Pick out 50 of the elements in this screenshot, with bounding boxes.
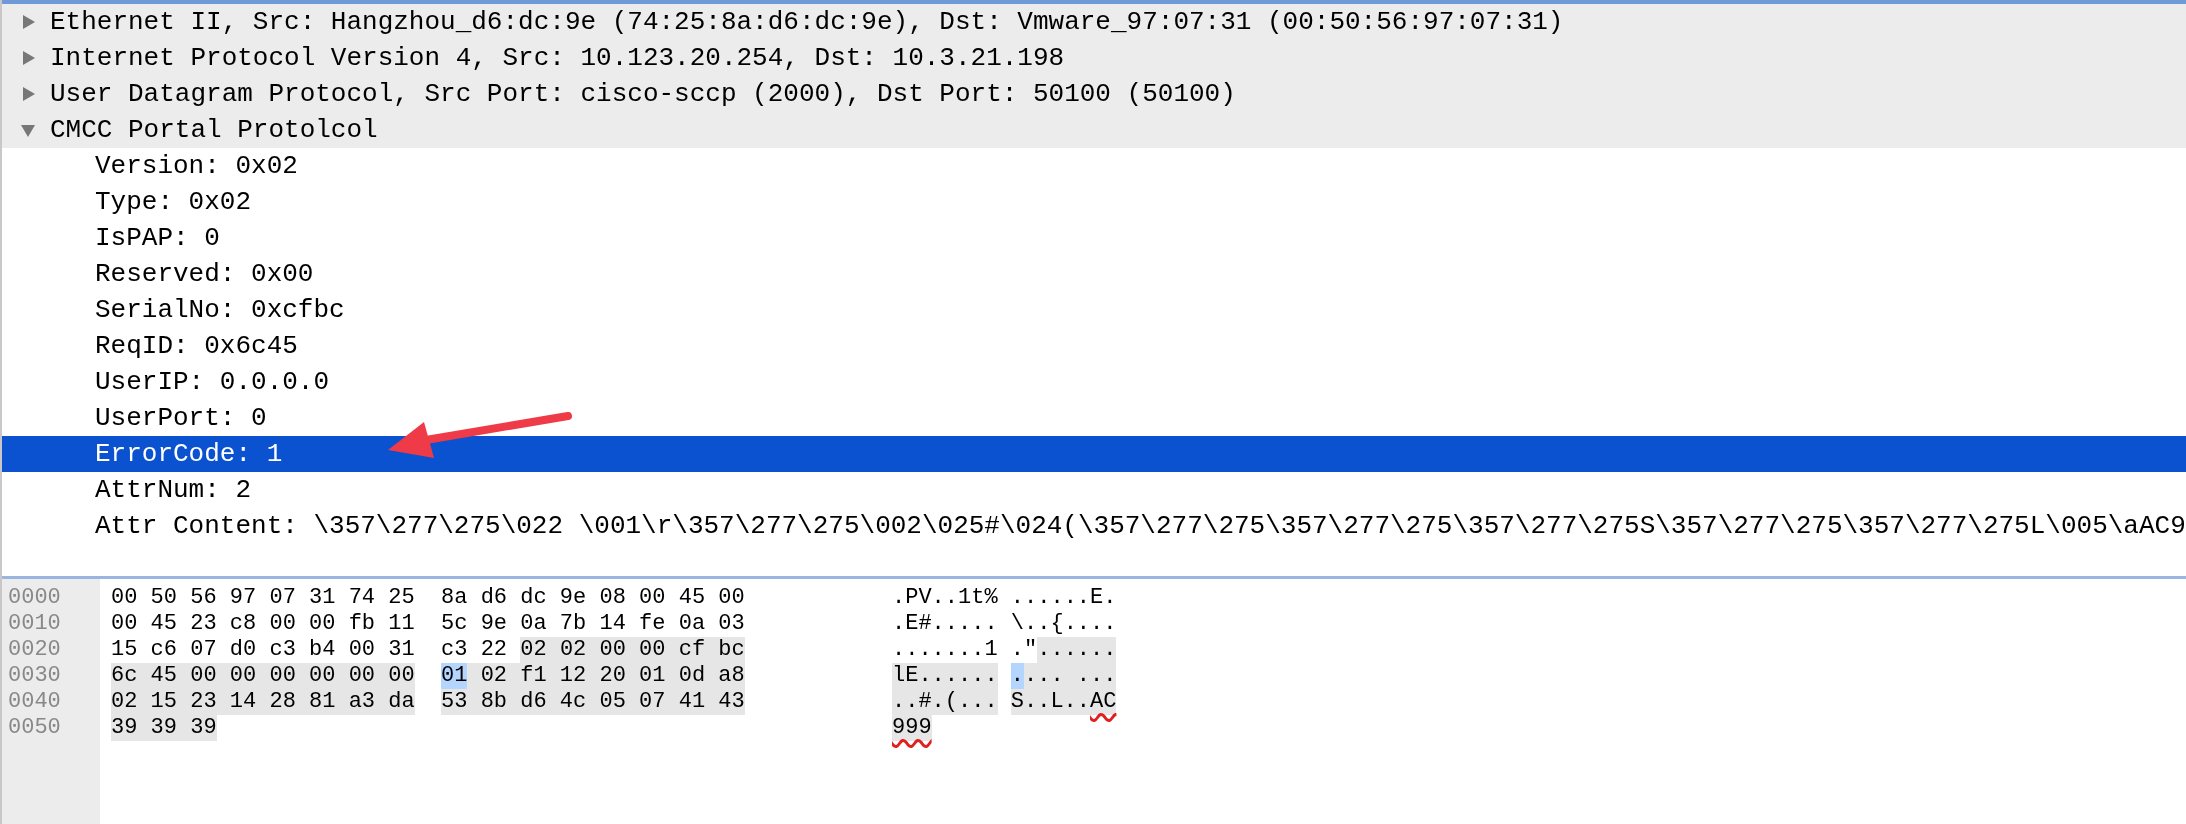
offset-label: 0050 xyxy=(7,715,62,741)
tree-row[interactable]: ErrorCode: 1 xyxy=(2,436,2186,472)
ascii-text: .E#..... \..{.... xyxy=(892,611,1117,637)
ascii-text: lE...... xyxy=(892,663,998,689)
tree-row-label: CMCC Portal Protolcol xyxy=(50,113,378,147)
tree-row[interactable]: CMCC Portal Protolcol xyxy=(2,112,2186,148)
tree-row-label: Internet Protocol Version 4, Src: 10.123.20.254, Dst: 10.3.21.198 xyxy=(50,41,1065,75)
hex-bytes: 15 c6 07 d0 c3 b4 00 31 c3 22 xyxy=(111,637,509,663)
tree-row[interactable]: Attr Content: \357\277\275\022 \001\r\357\277\275\002\025#\024(\357\277\275\357\277\275\357\277\275S\357\277\275\357\277\275L\005\aAC9 xyxy=(2,508,2186,544)
ascii-text: .......1 ." xyxy=(892,637,1038,663)
disclosure-triangle-icon[interactable] xyxy=(20,122,36,138)
tree-row[interactable]: Version: 0x02 xyxy=(2,148,2186,184)
hex-bytes: 39 39 39 xyxy=(111,715,217,741)
hex-bytes: 53 8b d6 4c 05 07 41 43 xyxy=(441,689,745,715)
offset-label: 0010 xyxy=(7,611,62,637)
ascii-text: .PV..1t% ......E. xyxy=(892,585,1117,611)
hex-bytes: 01 xyxy=(441,663,468,689)
offset-label: 0020 xyxy=(7,637,62,663)
tree-row[interactable]: ReqID: 0x6c45 xyxy=(2,328,2186,364)
hex-bytes: 02 f1 12 20 01 0d a8 xyxy=(467,663,745,689)
tree-row[interactable]: SerialNo: 0xcfbc xyxy=(2,292,2186,328)
disclosure-triangle-icon[interactable] xyxy=(20,14,36,30)
ascii-text: . xyxy=(1010,663,1024,689)
hex-bytes: 00 45 23 c8 00 00 fb 11 5c 9e 0a 7b 14 fe 0a 03 xyxy=(111,611,745,637)
disclosure-triangle-icon[interactable] xyxy=(20,86,36,102)
offset-label: 0030 xyxy=(7,663,62,689)
disclosure-triangle-icon[interactable] xyxy=(20,50,36,66)
ascii-text: ..#.(... xyxy=(892,689,998,715)
tree-row[interactable]: Internet Protocol Version 4, Src: 10.123.20.254, Dst: 10.3.21.198 xyxy=(2,40,2186,76)
hex-bytes: 02 02 00 00 cf bc xyxy=(520,637,745,663)
ascii-text: 999 xyxy=(892,715,932,741)
tree-row[interactable]: Ethernet II, Src: Hangzhou_d6:dc:9e (74:25:8a:d6:dc:9e), Dst: Vmware_97:07:31 (00:50:56:97:07:31) xyxy=(2,4,2186,40)
tree-row[interactable]: Type: 0x02 xyxy=(2,184,2186,220)
tree-row-label: Ethernet II, Src: Hangzhou_d6:dc:9e (74:25:8a:d6:dc:9e), Dst: Vmware_97:07:31 (00:50:56:97:07:31) xyxy=(50,5,1564,39)
hex-bytes: 6c 45 00 00 00 00 00 00 xyxy=(111,663,415,689)
tree-row-label: User Datagram Protocol, Src Port: cisco-sccp (2000), Dst Port: 50100 (50100) xyxy=(50,77,1236,111)
ascii-text: ... ... xyxy=(1024,663,1117,689)
hex-bytes: 02 15 23 14 28 81 a3 da xyxy=(111,689,415,715)
tree-row[interactable]: Reserved: 0x00 xyxy=(2,256,2186,292)
tree-row[interactable]: UserIP: 0.0.0.0 xyxy=(2,364,2186,400)
tree-row[interactable]: IsPAP: 0 xyxy=(2,220,2186,256)
tree-row[interactable]: UserPort: 0 xyxy=(2,400,2186,436)
tree-row[interactable]: User Datagram Protocol, Src Port: cisco-sccp (2000), Dst Port: 50100 (50100) xyxy=(2,76,2186,112)
ascii-text: AC xyxy=(1090,689,1117,715)
ascii-text: ...... xyxy=(1037,637,1117,663)
offset-label: 0000 xyxy=(7,585,62,611)
offset-label: 0040 xyxy=(7,689,62,715)
hex-bytes: 00 50 56 97 07 31 74 25 8a d6 dc 9e 08 00 45 00 xyxy=(111,585,745,611)
tree-row[interactable]: AttrNum: 2 xyxy=(2,472,2186,508)
ascii-text: S..L.. xyxy=(1010,689,1091,715)
